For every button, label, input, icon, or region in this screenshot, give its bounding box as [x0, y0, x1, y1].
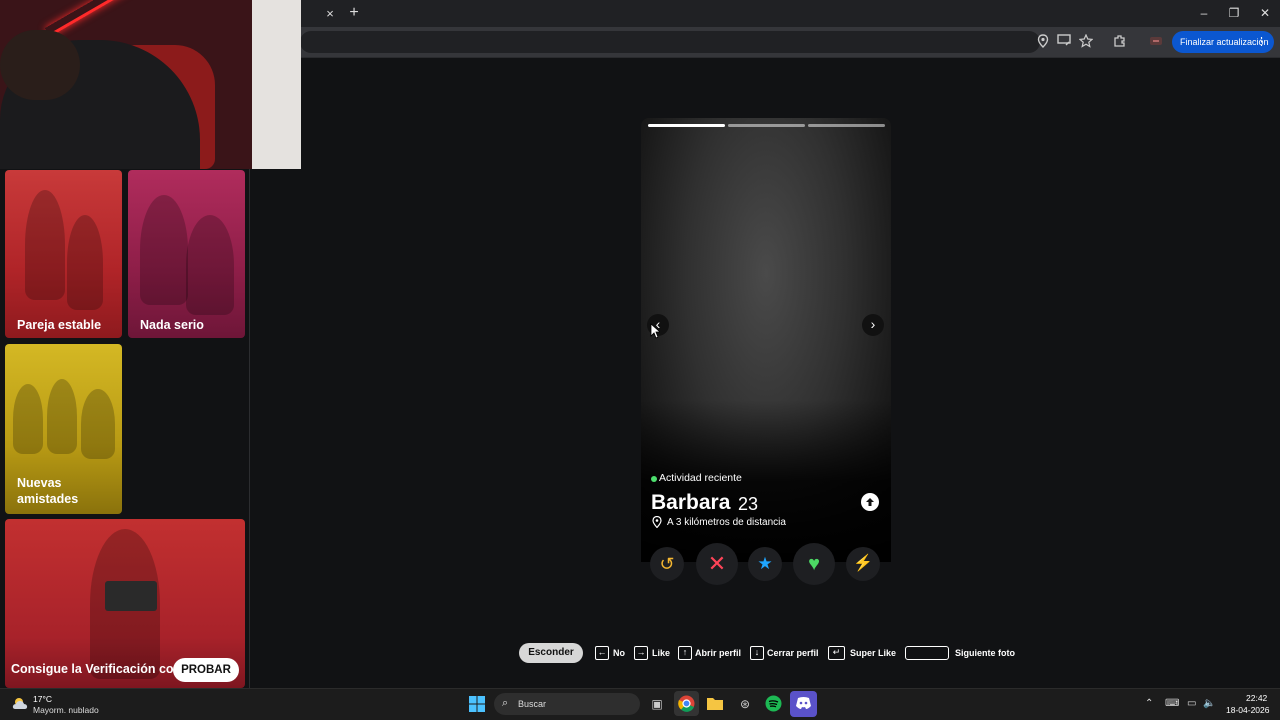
profile-name: Barbara — [651, 491, 731, 514]
nope-button[interactable]: ✕ — [696, 543, 738, 585]
address-bar[interactable] — [300, 31, 1040, 53]
profile-age: 23 — [738, 494, 759, 514]
like-button[interactable]: ♥ — [793, 543, 835, 585]
camera-prop — [105, 581, 157, 611]
key-up-icon: ↑ — [678, 646, 692, 660]
chevron-up-icon[interactable]: ⌃ — [1145, 698, 1153, 709]
card-verificacion[interactable]: Consigue la Verificación co PROBAR — [5, 519, 245, 688]
card-label: Pareja estable — [17, 318, 102, 332]
lightning-icon: ⚡ — [853, 555, 873, 572]
search-placeholder: Buscar — [518, 699, 547, 709]
language-icon[interactable]: ⌨ — [1165, 698, 1179, 709]
star-icon[interactable] — [1078, 33, 1094, 50]
photo-silhouette — [186, 215, 234, 315]
hide-hints-button[interactable]: Esconder — [519, 643, 583, 663]
probar-button[interactable]: PROBAR — [173, 658, 239, 682]
close-icon: ✕ — [707, 551, 727, 576]
next-photo-button[interactable]: › — [862, 314, 884, 336]
key-enter-icon: ↵ — [828, 646, 845, 660]
star-icon: ★ — [757, 554, 773, 573]
photo-silhouette — [13, 384, 43, 454]
hint-close-profile: Cerrar perfil — [767, 648, 819, 658]
tab-close-button[interactable]: × — [322, 6, 338, 22]
weather-description[interactable]: Mayorm. nublado — [33, 705, 99, 715]
task-view-icon[interactable]: ▣ — [647, 694, 667, 714]
cloudy-icon[interactable] — [11, 694, 31, 712]
profile-icon[interactable] — [1148, 34, 1164, 50]
close-window-button[interactable]: ✕ — [1250, 4, 1280, 22]
super-like-button[interactable]: ★ — [748, 547, 782, 581]
hint-like: Like — [652, 648, 671, 658]
photo-silhouette — [140, 195, 188, 305]
taskbar — [0, 688, 1280, 720]
extensions-icon[interactable] — [1112, 34, 1128, 50]
boost-button[interactable]: ⚡ — [846, 547, 880, 581]
app-icon[interactable]: ⊛ — [735, 694, 755, 714]
profile-distance: A 3 kilómetros de distancia — [667, 517, 786, 528]
hint-open-profile: Abrir perfil — [695, 648, 742, 658]
key-left-icon: ← — [595, 646, 609, 660]
photo-silhouette — [81, 389, 115, 459]
card-pareja-estable[interactable]: Pareja estable — [5, 170, 122, 338]
verification-text: Consigue la Verificación co — [11, 662, 174, 676]
key-space-icon — [905, 646, 949, 660]
card-nada-serio[interactable]: Nada serio — [128, 170, 245, 338]
finish-update-button[interactable]: Finalizar actualización ⋮ — [1172, 31, 1274, 53]
key-right-icon: → — [634, 646, 648, 660]
door — [252, 0, 301, 169]
hint-next-photo: Siguiente foto — [955, 648, 1015, 658]
taskbar-search[interactable] — [494, 693, 640, 715]
menu-icon[interactable]: ⋮ — [1256, 31, 1267, 53]
location-icon[interactable] — [1035, 34, 1051, 50]
spotify-icon[interactable] — [765, 695, 782, 712]
heart-icon: ♥ — [808, 553, 820, 575]
photo-silhouette — [25, 190, 65, 300]
new-tab-button[interactable]: + — [345, 4, 363, 22]
key-down-icon: ↓ — [750, 646, 764, 660]
photo-silhouette — [47, 379, 77, 454]
rewind-icon: ↺ — [659, 554, 675, 574]
open-profile-button[interactable] — [861, 493, 879, 511]
clock-date[interactable]: 18-04-2026 — [1226, 705, 1269, 715]
hint-super-like: Super Like — [850, 648, 897, 658]
arrow-up-icon — [866, 498, 874, 506]
clock-time[interactable]: 22:42 — [1246, 693, 1267, 703]
rewind-button[interactable]: ↺ — [650, 547, 684, 581]
streamer-head — [0, 30, 80, 100]
maximize-button[interactable]: ❐ — [1219, 4, 1249, 22]
hint-no: No — [613, 648, 625, 658]
chrome-icon[interactable] — [678, 695, 695, 712]
windows-start-icon[interactable] — [469, 696, 485, 712]
discord-icon[interactable] — [795, 696, 812, 710]
mouse-cursor — [650, 323, 660, 339]
volume-icon[interactable]: 🔈 — [1203, 698, 1215, 709]
card-nuevas-amistades[interactable]: Nuevas amistades — [5, 344, 122, 514]
activity-status: Actividad reciente — [659, 472, 742, 484]
photo-silhouette — [67, 215, 103, 310]
file-explorer-icon[interactable] — [706, 696, 724, 711]
neon-light — [44, 0, 146, 37]
webcam-overlay — [0, 0, 301, 169]
photo-progress-segment — [808, 124, 885, 127]
photo-progress-segment — [648, 124, 725, 127]
cast-icon[interactable] — [1056, 34, 1072, 50]
card-label: Nada serio — [140, 318, 204, 332]
display-icon[interactable]: ▭ — [1187, 698, 1196, 709]
photo-progress-segment — [728, 124, 805, 127]
weather-temperature[interactable]: 17°C — [33, 694, 52, 704]
pin-icon — [652, 516, 662, 528]
activity-dot — [651, 476, 657, 482]
search-icon: ⌕ — [502, 697, 509, 709]
minimize-button[interactable]: – — [1189, 4, 1219, 22]
card-label: Nuevas amistades — [17, 476, 79, 506]
